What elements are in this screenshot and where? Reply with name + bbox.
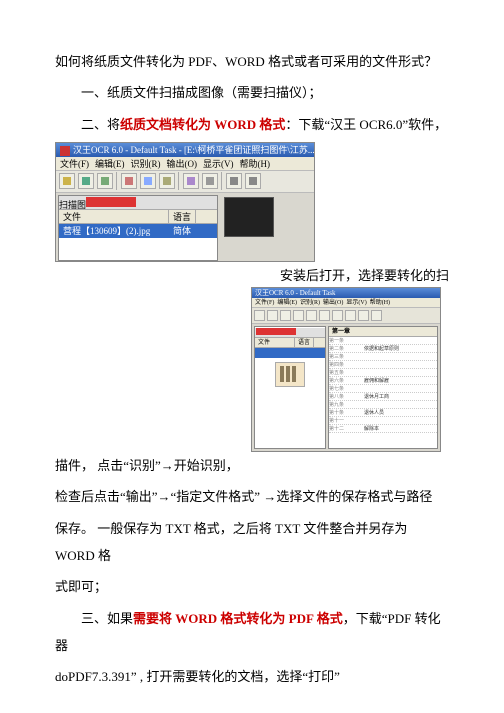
result-row: 第十一 (329, 417, 437, 425)
panel-tab[interactable]: 扫描图 (59, 196, 86, 209)
tb2-icon[interactable] (267, 310, 278, 321)
step-3: 三、如果需要将 WORD 格式转化为 PDF 格式，下载“PDF 转化器 (55, 605, 449, 660)
redaction-mark-2 (256, 328, 296, 335)
tool-icon[interactable] (78, 173, 94, 189)
menu-help[interactable]: 帮助(H) (240, 159, 271, 169)
result-row: 第一条 (329, 337, 437, 345)
tb2-icon[interactable] (332, 310, 343, 321)
tb2-icon[interactable] (358, 310, 369, 321)
heading: 如何将纸质文件转化为 PDF、WORD 格式或者可采用的文件形式？ (55, 48, 449, 75)
file-lang-cell: 简体 (169, 224, 195, 238)
window-title-text: 汉王OCR 6.0 - Default Task - [E:\柯桥平雀团证照扫图… (73, 145, 314, 155)
open-icon[interactable] (59, 173, 75, 189)
text-line-3c: 保存。 一般保存为 TXT 格式，之后将 TXT 文件整合并另存为 WORD 格 (55, 515, 449, 570)
result-row: 第四条 (329, 361, 437, 369)
tool-icon-8[interactable] (245, 173, 261, 189)
result-row: 第六条雇佣和解雇 (329, 377, 437, 385)
inline-text-after-fig1: 安装后打开，选择要转化的扫 (280, 262, 449, 289)
zoom-icon[interactable] (97, 173, 113, 189)
tb2-icon[interactable] (280, 310, 291, 321)
window-titlebar: 汉王OCR 6.0 - Default Task - [E:\柯桥平雀团证照扫图… (56, 143, 314, 157)
text-line-3a: 描件， 点击“识别”→开始识别， (55, 452, 449, 479)
page-thumbnail (275, 362, 305, 387)
text-line-3b: 检查后点击“输出”→“指定文件格式” →选择文件的保存格式与路径 (55, 483, 449, 510)
result-row: 第十条退休人员 (329, 409, 437, 417)
separator (178, 172, 180, 190)
result-row: 第八条退休月工商 (329, 393, 437, 401)
step2-highlight: 纸质文档转化为 WORD 格式 (120, 117, 285, 132)
left-panel-2: 文件 语言 (254, 326, 326, 449)
result-header: 第一章 (329, 327, 437, 337)
tb2-icon[interactable] (371, 310, 382, 321)
menu2-edit[interactable]: 编辑(E) (277, 300, 297, 306)
col2-file: 文件 (255, 338, 295, 347)
result-panel: 第一章 第一条第二条依据和起草原则第三条第四条第五条第六条雇佣和解雇第七条第八条… (328, 326, 438, 449)
result-row: 第十二解除本 (329, 425, 437, 433)
menu2-rec[interactable]: 识别(R) (300, 300, 320, 306)
screenshot-ocr-results: 汉王OCR 6.0 - Default Task 文件(F)编辑(E)识别(R)… (251, 287, 441, 452)
tool-icon-5[interactable] (183, 173, 199, 189)
redaction-mark (86, 197, 136, 207)
tb2-icon[interactable] (254, 310, 265, 321)
tb2-icon[interactable] (293, 310, 304, 321)
separator (116, 172, 118, 190)
app-icon (60, 146, 70, 156)
tool-icon-4[interactable] (159, 173, 175, 189)
result-row: 第五条 (329, 369, 437, 377)
menu2-file[interactable]: 文件(F) (255, 300, 274, 306)
result-row: 第二条依据和起草原则 (329, 345, 437, 353)
selected-row-2[interactable] (255, 348, 325, 358)
menu-file[interactable]: 文件(F) (60, 159, 89, 169)
col-lang: 语言 (169, 210, 196, 223)
file-row-selected[interactable]: 营程【130609】(2).jpg 简体 (59, 224, 217, 238)
menu2-out[interactable]: 输出(O) (323, 300, 343, 306)
text-line-3d: 式即可； (55, 573, 449, 600)
screenshot-ocr-main: 汉王OCR 6.0 - Default Task - [E:\柯桥平雀团证照扫图… (55, 142, 315, 262)
result-row: 第九条 (329, 401, 437, 409)
step3-highlight: 需要将 WORD 格式转化为 PDF 格式 (133, 611, 343, 626)
tool-icon-6[interactable] (202, 173, 218, 189)
file-name-cell: 营程【130609】(2).jpg (59, 224, 169, 238)
pillars-icon (280, 366, 300, 382)
text-line-4: doPDF7.3.391” , 打开需要转化的文档，选择“打印” (55, 663, 449, 690)
step-1: 一、纸质文件扫描成图像（需要扫描仪）； (55, 79, 449, 106)
menu2-help[interactable]: 帮助(H) (370, 300, 390, 306)
step3-prefix: 三、如果 (81, 611, 133, 626)
file-list-panel: 扫描图 文件 语言 营程【130609】(2).jpg 简体 (58, 195, 218, 261)
toolbar-2 (252, 308, 440, 324)
menu-output[interactable]: 输出(O) (167, 159, 198, 169)
tb2-icon[interactable] (306, 310, 317, 321)
tb2-icon[interactable] (345, 310, 356, 321)
menu-recognize[interactable]: 识别(R) (131, 159, 161, 169)
toolbar (56, 171, 314, 193)
step2-suffix: ：下载“汉王 OCR6.0”软件， (285, 117, 447, 132)
col-file: 文件 (59, 210, 169, 223)
tool-icon-3[interactable] (140, 173, 156, 189)
step2-prefix: 二、将 (81, 117, 120, 132)
menu-view[interactable]: 显示(V) (203, 159, 234, 169)
tb2-icon[interactable] (319, 310, 330, 321)
menu-edit[interactable]: 编辑(E) (95, 159, 125, 169)
result-row: 第三条 (329, 353, 437, 361)
step-2: 二、将纸质文档转化为 WORD 格式：下载“汉王 OCR6.0”软件， (55, 111, 449, 138)
document-thumbnail (224, 197, 274, 237)
result-row: 第七条 (329, 385, 437, 393)
tool-icon-2[interactable] (121, 173, 137, 189)
menu-bar-2: 文件(F)编辑(E)识别(R)输出(O)显示(V) 帮助(H) (252, 298, 440, 308)
menu-bar: 文件(F) 编辑(E) 识别(R) 输出(O) 显示(V) 帮助(H) (56, 157, 314, 171)
window-titlebar-2: 汉王OCR 6.0 - Default Task (252, 288, 440, 298)
window-title-2: 汉王OCR 6.0 - Default Task (255, 289, 335, 297)
menu2-view[interactable]: 显示(V) (346, 300, 366, 306)
separator (221, 172, 223, 190)
tool-icon-7[interactable] (226, 173, 242, 189)
col2-lang: 语言 (295, 338, 314, 347)
